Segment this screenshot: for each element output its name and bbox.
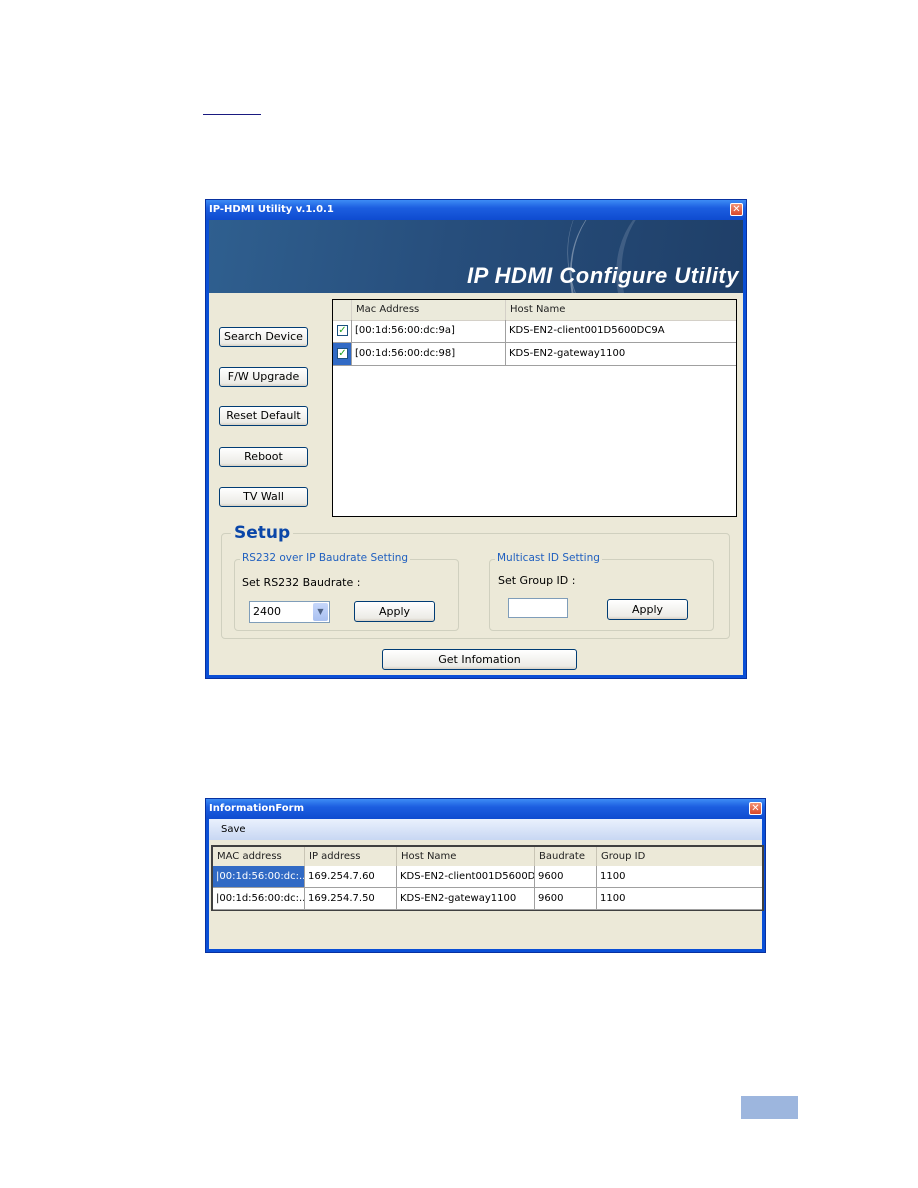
menu-bar: Save: [209, 819, 762, 840]
group-id-cell: 1100: [600, 871, 626, 882]
device-row[interactable]: ✓ [00:1d:56:00:dc:9a] KDS-EN2-client001D…: [333, 320, 736, 343]
ip-cell: 169.254.7.50: [305, 888, 397, 909]
window-client-area: IP HDMI Configure Utility Search Device …: [209, 220, 743, 675]
link-underline: [203, 114, 261, 115]
information-grid[interactable]: MAC address IP address Host Name Baudrat…: [211, 845, 764, 911]
page-number-box: [741, 1096, 798, 1119]
device-checkbox[interactable]: ✓: [337, 348, 348, 359]
title-bar: InformationForm ✕: [206, 799, 765, 819]
host-cell: KDS-EN2-client001D5600D...: [397, 866, 535, 887]
rs232-label: Set RS232 Baudrate :: [242, 576, 361, 589]
rs232-apply-button[interactable]: Apply: [354, 601, 435, 622]
window-title: IP-HDMI Utility v.1.0.1: [209, 204, 334, 215]
device-list-header: Mac Address Host Name: [333, 300, 736, 321]
grid-row[interactable]: |00:1d:56:00:dc:... 169.254.7.50 KDS-EN2…: [213, 888, 762, 910]
setup-title: Setup: [231, 523, 294, 543]
get-information-button[interactable]: Get Infomation: [382, 649, 577, 670]
column-header-ip[interactable]: IP address: [305, 847, 397, 866]
menu-save[interactable]: Save: [209, 819, 258, 840]
column-header-mac[interactable]: MAC address: [213, 847, 305, 866]
fw-upgrade-button[interactable]: F/W Upgrade: [219, 367, 308, 387]
mac-cell: [00:1d:56:00:dc:9a]: [352, 320, 506, 342]
baudrate-select[interactable]: 2400 ▼: [249, 601, 330, 623]
multicast-apply-button[interactable]: Apply: [607, 599, 688, 620]
grid-row[interactable]: |00:1d:56:00:dc:... 169.254.7.60 KDS-EN2…: [213, 866, 762, 888]
close-icon[interactable]: ✕: [730, 203, 743, 216]
rs232-group-title: RS232 over IP Baudrate Setting: [240, 552, 411, 564]
column-header-check[interactable]: [333, 300, 352, 320]
device-checkbox[interactable]: ✓: [337, 325, 348, 336]
group-id-cell: 1100: [600, 893, 626, 904]
ip-cell: 169.254.7.60: [305, 866, 397, 887]
column-header-mac[interactable]: Mac Address: [352, 300, 506, 320]
tv-wall-button[interactable]: TV Wall: [219, 487, 308, 507]
window-title: InformationForm: [209, 803, 305, 814]
mac-cell: |00:1d:56:00:dc:...: [213, 866, 305, 887]
mac-cell: |00:1d:56:00:dc:...: [213, 888, 305, 909]
baudrate-cell: 9600: [535, 866, 597, 887]
column-header-host[interactable]: Host Name: [506, 300, 736, 320]
host-cell: KDS-EN2-gateway1100: [509, 348, 626, 359]
chevron-down-icon[interactable]: ▼: [313, 603, 328, 621]
mac-cell: [00:1d:56:00:dc:98]: [352, 343, 506, 365]
group-id-label: Set Group ID :: [498, 574, 576, 587]
title-bar: IP-HDMI Utility v.1.0.1 ✕: [206, 200, 746, 220]
multicast-group-title: Multicast ID Setting: [495, 552, 602, 564]
device-row[interactable]: ✓ [00:1d:56:00:dc:98] KDS-EN2-gateway110…: [333, 343, 736, 366]
window-client-area: Save MAC address IP address Host Name Ba…: [209, 819, 764, 949]
group-id-input[interactable]: [508, 598, 568, 618]
close-icon[interactable]: ✕: [749, 802, 762, 815]
host-cell: KDS-EN2-gateway1100: [397, 888, 535, 909]
grid-header: MAC address IP address Host Name Baudrat…: [213, 847, 762, 866]
ip-hdmi-utility-window: IP-HDMI Utility v.1.0.1 ✕ IP HDMI Config…: [205, 199, 747, 679]
host-cell: KDS-EN2-client001D5600DC9A: [509, 325, 665, 336]
multicast-group: [489, 559, 714, 631]
column-header-group-id[interactable]: Group ID: [597, 847, 762, 866]
baudrate-cell: 9600: [535, 888, 597, 909]
device-list[interactable]: Mac Address Host Name ✓ [00:1d:56:00:dc:…: [332, 299, 737, 517]
column-header-baudrate[interactable]: Baudrate: [535, 847, 597, 866]
reset-default-button[interactable]: Reset Default: [219, 406, 308, 426]
baudrate-value: 2400: [253, 605, 281, 618]
banner-title: IP HDMI Configure Utility: [466, 263, 739, 288]
banner: IP HDMI Configure Utility: [209, 220, 743, 293]
information-form-window: InformationForm ✕ Save MAC address IP ad…: [205, 798, 766, 953]
reboot-button[interactable]: Reboot: [219, 447, 308, 467]
checkbox-cell: ✓: [333, 343, 352, 365]
column-header-host[interactable]: Host Name: [397, 847, 535, 866]
search-device-button[interactable]: Search Device: [219, 327, 308, 347]
checkbox-cell: ✓: [333, 320, 352, 342]
